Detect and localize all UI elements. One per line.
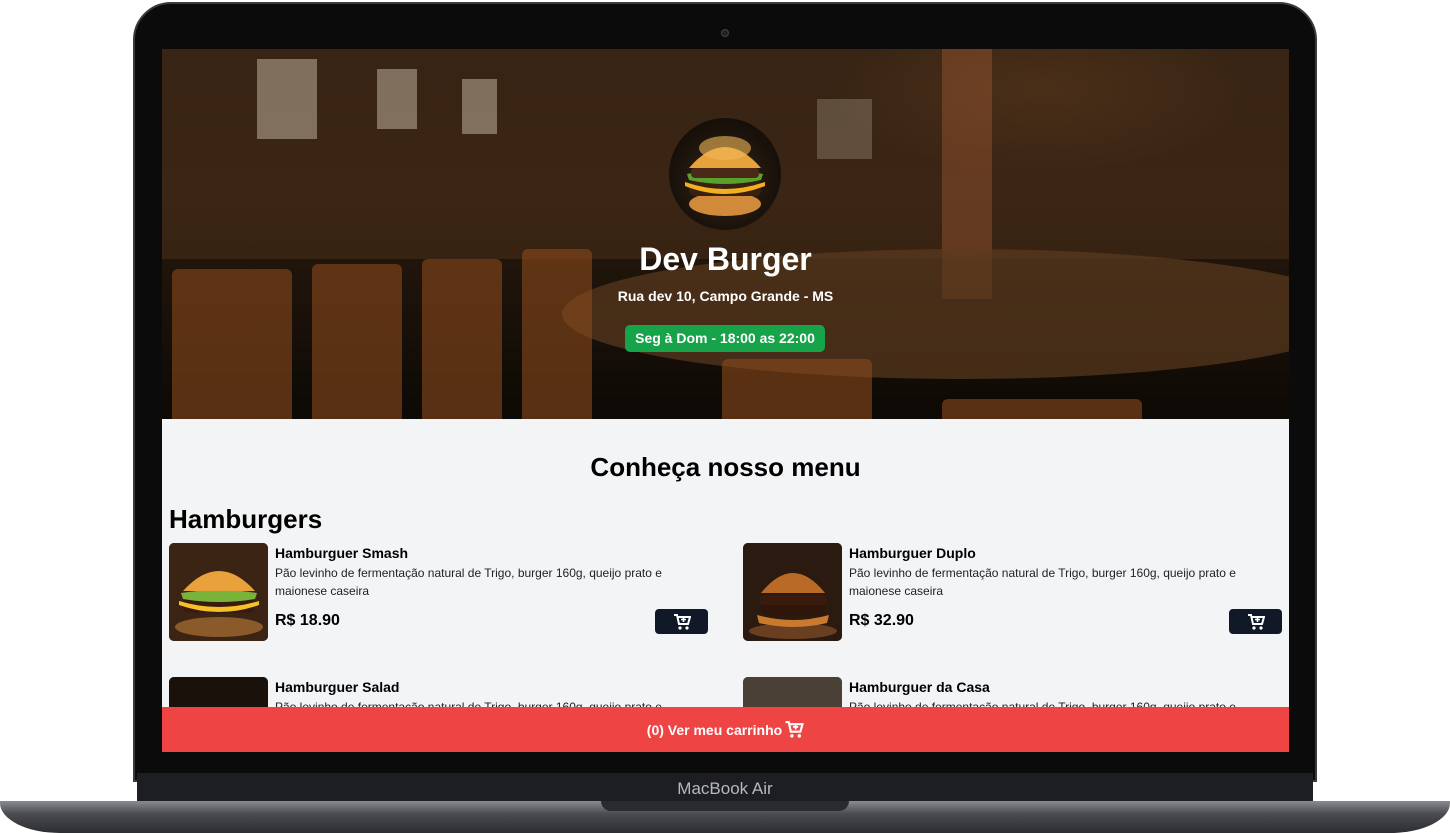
device-brand-label: MacBook Air bbox=[677, 779, 773, 798]
camera-icon bbox=[721, 29, 729, 37]
menu-item-price: R$ 32.90 bbox=[849, 612, 914, 629]
view-cart-label: (0) Ver meu carrinho bbox=[646, 721, 783, 738]
restaurant-address: Rua dev 10, Campo Grande - MS bbox=[617, 288, 834, 304]
cart-icon bbox=[785, 721, 805, 738]
opening-hours-badge: Seg à Dom - 18:00 as 22:00 bbox=[625, 325, 825, 352]
menu-item-image bbox=[169, 543, 268, 641]
menu-item-name: Hamburguer Duplo bbox=[849, 545, 976, 561]
laptop-base: MacBook Air bbox=[0, 773, 1450, 833]
laptop-frame: Dev Burger Rua dev 10, Campo Grande - MS… bbox=[0, 0, 1450, 833]
cart-plus-icon bbox=[1247, 613, 1265, 630]
menu-item-image bbox=[743, 543, 842, 641]
add-to-cart-button[interactable] bbox=[655, 609, 708, 634]
menu-item-price: R$ 18.90 bbox=[275, 612, 340, 629]
restaurant-name: Dev Burger bbox=[639, 241, 812, 277]
menu-item-name: Hamburguer da Casa bbox=[849, 679, 990, 695]
browser-viewport: Dev Burger Rua dev 10, Campo Grande - MS… bbox=[162, 49, 1289, 752]
view-cart-button[interactable]: (0) Ver meu carrinho bbox=[162, 707, 1289, 752]
menu-item-description: Pão levinho de fermentação natural de Tr… bbox=[849, 566, 1236, 598]
menu-item: Hamburguer Duplo Pão levinho de fermenta… bbox=[743, 543, 1283, 643]
menu-heading: Conheça nosso menu bbox=[590, 452, 861, 482]
category-title: Hamburgers bbox=[169, 504, 323, 534]
hero-banner: Dev Burger Rua dev 10, Campo Grande - MS… bbox=[162, 49, 1289, 419]
menu-item-name: Hamburguer Smash bbox=[275, 545, 409, 561]
cart-plus-icon bbox=[673, 613, 691, 630]
restaurant-logo bbox=[669, 118, 781, 230]
menu-item-description: Pão levinho de fermentação natural de Tr… bbox=[275, 566, 662, 598]
add-to-cart-button[interactable] bbox=[1229, 609, 1282, 634]
menu-item-name: Hamburguer Salad bbox=[275, 679, 400, 695]
menu-item: Hamburguer Smash Pão levinho de fermenta… bbox=[169, 543, 709, 643]
